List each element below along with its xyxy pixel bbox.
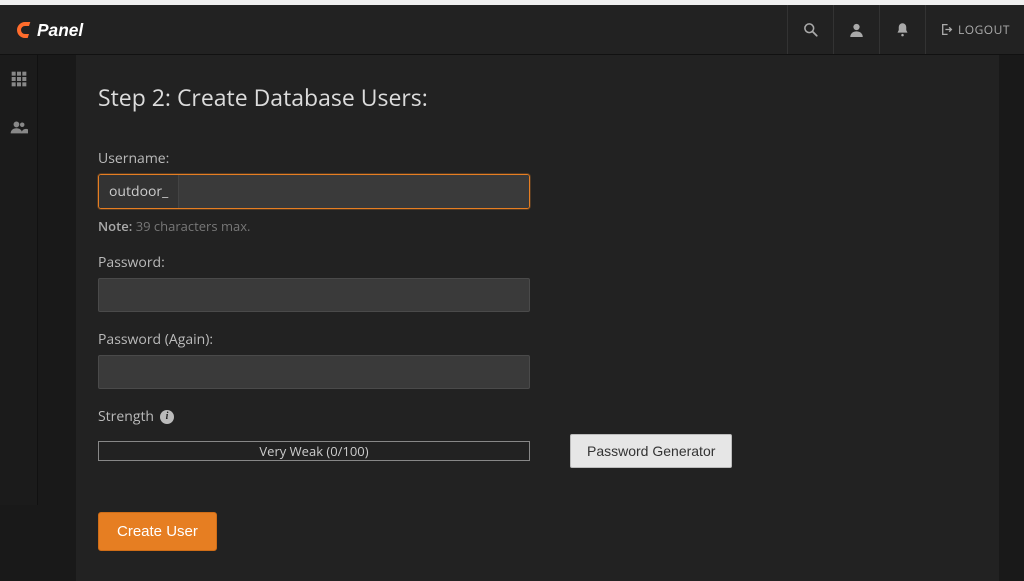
bell-icon — [895, 22, 910, 37]
note-text: 39 characters max. — [132, 217, 250, 235]
info-icon[interactable]: i — [160, 410, 174, 424]
content-panel: Step 2: Create Database Users: Username:… — [76, 55, 999, 581]
search-icon — [803, 22, 818, 37]
username-note: Note: 39 characters max. — [98, 217, 977, 235]
password-field-group: Password: — [98, 253, 977, 312]
notifications-button[interactable] — [879, 5, 925, 54]
grid-icon — [11, 71, 27, 87]
users-group-icon — [10, 119, 28, 135]
strength-field-group: Strength i Very Weak (0/100) Password Ge… — [98, 407, 977, 468]
nav-right-group: LOGOUT — [787, 5, 1024, 54]
strength-text: Very Weak (0/100) — [259, 442, 368, 460]
logout-icon — [940, 23, 953, 36]
password-label: Password: — [98, 253, 977, 272]
password-again-label: Password (Again): — [98, 330, 977, 349]
username-field-group: Username: outdoor_ Note: 39 characters m… — [98, 149, 977, 235]
logout-button[interactable]: LOGOUT — [925, 5, 1024, 54]
strength-and-generator-row: Very Weak (0/100) Password Generator — [98, 434, 977, 468]
user-icon — [849, 22, 864, 37]
username-prefix: outdoor_ — [99, 175, 179, 208]
password-generator-button[interactable]: Password Generator — [570, 434, 732, 468]
sidebar-users-button[interactable] — [0, 103, 37, 151]
cpanel-logo-icon: Panel — [14, 18, 124, 42]
username-input[interactable] — [179, 175, 529, 208]
svg-text:Panel: Panel — [37, 20, 84, 40]
username-label: Username: — [98, 149, 977, 168]
strength-label: Strength — [98, 407, 154, 426]
password-strength-meter: Very Weak (0/100) — [98, 441, 530, 461]
password-again-field-group: Password (Again): — [98, 330, 977, 389]
top-navbar: Panel LOGOUT — [0, 5, 1024, 55]
sidebar-apps-button[interactable] — [0, 55, 37, 103]
note-bold: Note: — [98, 217, 132, 235]
main-area: Step 2: Create Database Users: Username:… — [38, 55, 1024, 505]
search-button[interactable] — [787, 5, 833, 54]
page-title: Step 2: Create Database Users: — [98, 81, 977, 113]
password-again-input[interactable] — [98, 355, 530, 389]
password-input[interactable] — [98, 278, 530, 312]
brand-logo[interactable]: Panel — [0, 5, 138, 54]
logout-label: LOGOUT — [958, 21, 1010, 38]
left-sidebar — [0, 55, 38, 505]
user-account-button[interactable] — [833, 5, 879, 54]
username-input-row: outdoor_ — [98, 174, 530, 209]
create-user-button[interactable]: Create User — [98, 512, 217, 551]
strength-label-row: Strength i — [98, 407, 977, 426]
